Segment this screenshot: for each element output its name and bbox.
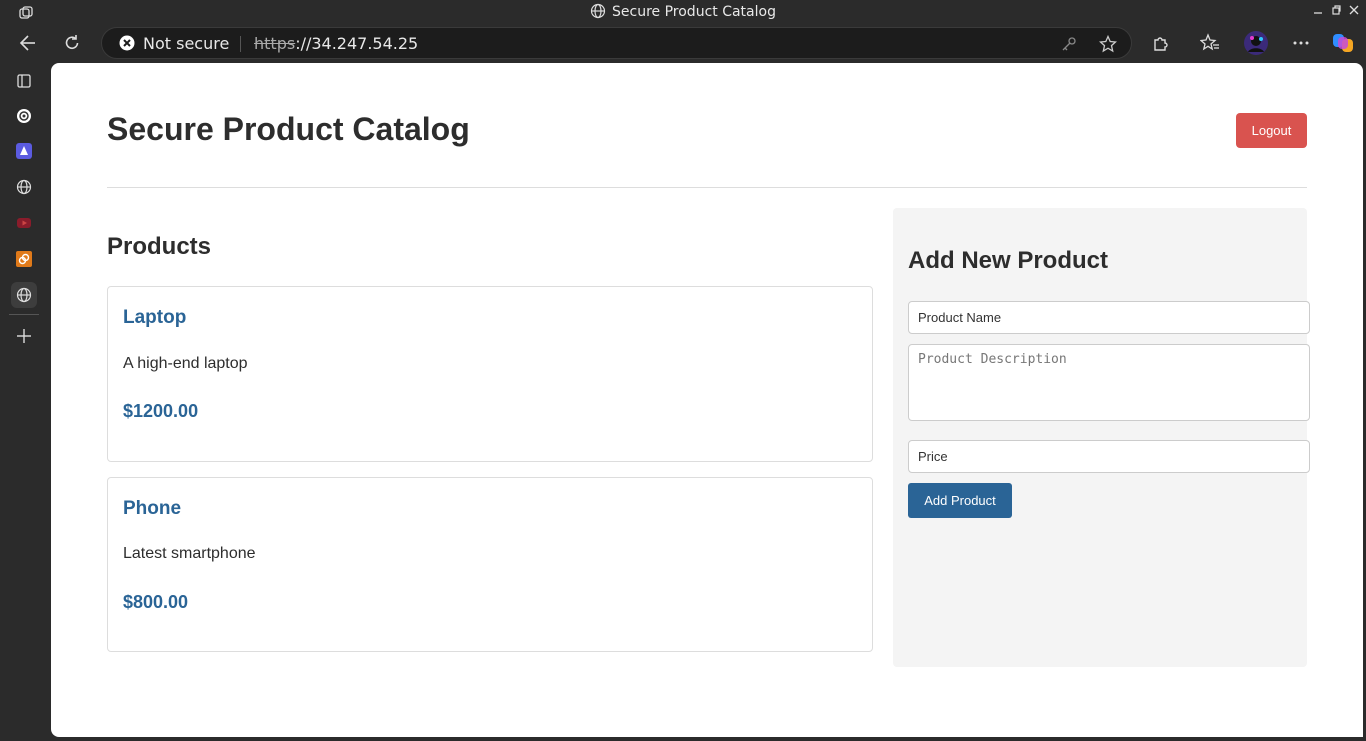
not-secure-icon[interactable] [119,35,135,51]
product-description: A high-end laptop [123,355,248,372]
logout-button[interactable]: Logout [1236,113,1307,148]
favorites-icon [1200,33,1219,51]
refresh-button[interactable] [58,29,86,57]
orange-app-icon [16,251,32,267]
product-name-input[interactable] [908,301,1310,334]
sidebar-chatgpt-button[interactable] [11,103,37,129]
product-description: Latest smartphone [123,545,256,562]
products-heading: Products [107,233,212,260]
profile-button[interactable] [1242,29,1270,57]
product-price: $800.00 [123,592,189,612]
sidebar-app-button[interactable] [11,138,37,164]
product-name: Phone [123,498,182,519]
sidebar-tabs-button[interactable] [11,68,37,94]
profile-avatar [1244,31,1268,55]
sidebar-orange-app-button[interactable] [11,246,37,272]
favorites-button[interactable] [1196,29,1224,57]
sidebar-active-globe-button[interactable] [11,282,37,308]
product-price: $1200.00 [123,401,199,421]
add-icon [17,329,31,343]
globe-icon [590,3,606,19]
youtube-icon [17,218,31,228]
window-titlebar: Secure Product Catalog [0,0,1366,24]
url-scheme: https [254,34,296,53]
product-description-input[interactable] [908,344,1310,421]
page-title: Secure Product Catalog [107,111,470,147]
restore-icon[interactable] [1330,4,1342,16]
sidebar-divider [9,314,39,315]
back-icon [19,35,35,51]
url-text[interactable]: https://34.247.54.25 [254,34,418,53]
extensions-icon [1154,37,1168,51]
web-page: Secure Product Catalog Logout Products L… [51,63,1363,737]
add-product-heading: Add New Product [908,247,1109,274]
sidebar-add-button[interactable] [11,323,37,349]
more-icon [1293,41,1309,45]
chatgpt-icon [17,109,31,123]
address-bar[interactable]: Not secure https://34.247.54.25 [101,27,1132,59]
add-product-panel: Add New Product Add Product [893,208,1310,667]
close-icon[interactable] [1348,4,1360,16]
more-button[interactable] [1287,29,1315,57]
globe-icon [16,179,32,195]
app-icon [16,143,32,159]
minimize-icon[interactable] [1312,4,1324,16]
window-title-text: Secure Product Catalog [612,4,776,20]
window-title: Secure Product Catalog [0,3,1366,20]
sidebar-youtube-button[interactable] [11,210,37,236]
extensions-button[interactable] [1147,29,1175,57]
globe-icon [16,287,32,303]
product-card: Phone Latest smartphone $800.00 [107,477,873,652]
add-product-button[interactable]: Add Product [908,483,1012,518]
back-button[interactable] [14,29,42,57]
security-label[interactable]: Not secure [143,34,229,53]
url-host: ://34.247.54.25 [295,34,419,53]
password-key-icon[interactable] [1060,35,1078,53]
tabs-icon [17,74,31,88]
header-divider [107,187,1307,188]
price-input[interactable] [908,440,1310,473]
browser-toolbar: Not secure https://34.247.54.25 [0,24,1366,64]
product-name: Laptop [123,307,187,328]
address-separator [240,36,241,52]
refresh-icon [65,35,79,49]
browser-sidebar [0,64,50,741]
copilot-icon [1333,34,1353,52]
favorite-star-icon[interactable] [1099,35,1117,53]
product-card: Laptop A high-end laptop $1200.00 [107,286,873,462]
sidebar-globe-button[interactable] [11,174,37,200]
copilot-button[interactable] [1329,29,1357,57]
